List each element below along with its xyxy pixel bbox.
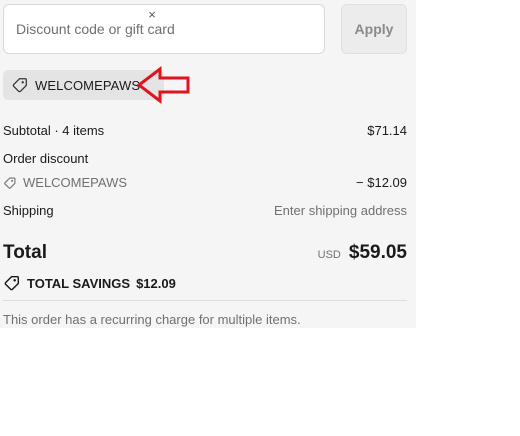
order-summary-panel: Apply WELCOMEPAWS × Subtotal · 4 items $… bbox=[0, 0, 416, 328]
tag-icon bbox=[4, 177, 16, 189]
total-row: Total USD $59.05 bbox=[3, 242, 407, 264]
close-icon[interactable]: × bbox=[146, 8, 158, 22]
currency-code: USD bbox=[317, 249, 341, 261]
total-label: Total bbox=[3, 242, 47, 263]
discount-code-label: WELCOMEPAWS bbox=[23, 175, 128, 190]
total-savings-label: TOTAL SAVINGS bbox=[27, 275, 131, 291]
tag-icon bbox=[4, 275, 20, 291]
discount-code-input[interactable] bbox=[3, 4, 325, 54]
subtotal-row: Subtotal · 4 items $71.14 bbox=[3, 123, 407, 138]
total-amount: $59.05 bbox=[348, 242, 407, 263]
discount-code-row: WELCOMEPAWS − $12.09 bbox=[3, 175, 407, 190]
left-arrow-icon bbox=[136, 66, 190, 104]
order-discount-row: Order discount bbox=[3, 151, 407, 166]
tag-icon bbox=[12, 78, 27, 93]
subtotal-value: $71.14 bbox=[367, 123, 407, 138]
divider bbox=[3, 300, 407, 301]
shipping-row: Shipping Enter shipping address bbox=[3, 203, 407, 218]
discount-value: − $12.09 bbox=[356, 175, 407, 190]
recurring-charge-note: This order has a recurring charge for mu… bbox=[3, 312, 301, 327]
shipping-value: Enter shipping address bbox=[274, 203, 407, 218]
apply-button[interactable]: Apply bbox=[341, 4, 407, 54]
applied-code-label: WELCOMEPAWS bbox=[35, 77, 141, 93]
total-savings-value: $12.09 bbox=[136, 275, 176, 291]
order-discount-label: Order discount bbox=[3, 151, 89, 166]
subtotal-label: Subtotal · 4 items bbox=[3, 123, 105, 138]
total-savings: TOTAL SAVINGS $12.09 bbox=[3, 274, 176, 292]
shipping-label: Shipping bbox=[3, 203, 54, 218]
